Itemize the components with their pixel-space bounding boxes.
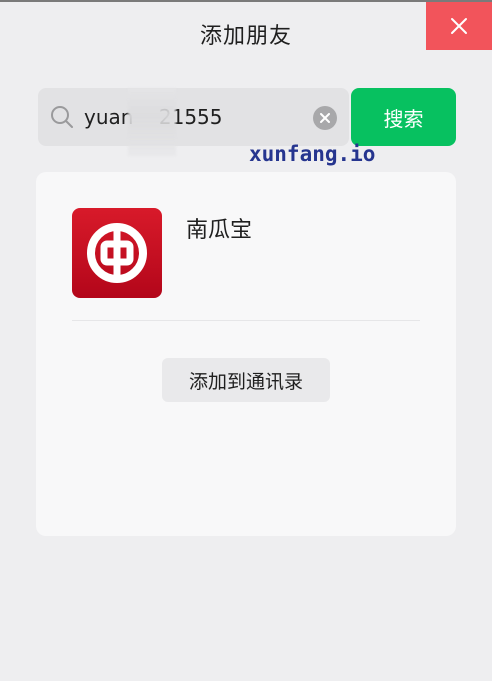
window-title: 添加朋友 bbox=[199, 24, 292, 49]
search-button[interactable]: 搜索 bbox=[351, 88, 456, 146]
close-button[interactable] bbox=[426, 2, 492, 50]
contact-name: 南瓜宝 bbox=[186, 218, 253, 243]
clear-icon bbox=[320, 113, 330, 123]
close-icon bbox=[451, 18, 467, 34]
add-friend-window: 添加朋友 搜索 xunfang.io 南瓜宝 添加到通讯 bbox=[0, 0, 492, 681]
add-to-contacts-button[interactable]: 添加到通讯录 bbox=[162, 358, 330, 402]
search-box[interactable] bbox=[38, 88, 349, 156]
contact-avatar bbox=[72, 208, 162, 298]
clear-search-button[interactable] bbox=[313, 106, 337, 130]
watermark-text: xunfang.io bbox=[249, 142, 376, 166]
search-input[interactable] bbox=[84, 98, 304, 136]
divider bbox=[72, 320, 420, 321]
search-icon bbox=[51, 106, 73, 128]
search-result-card: 南瓜宝 添加到通讯录 bbox=[36, 172, 456, 536]
bank-logo-icon bbox=[87, 223, 147, 283]
